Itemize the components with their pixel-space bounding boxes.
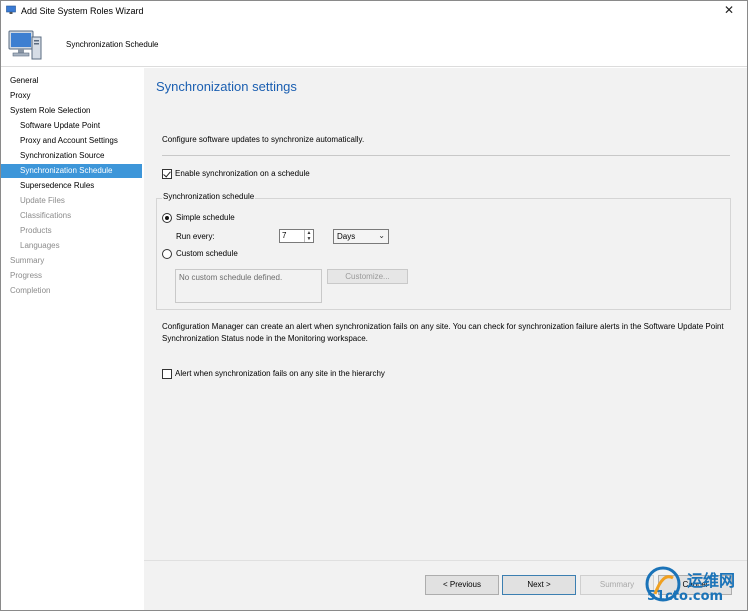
enable-schedule-label: Enable synchronization on a schedule — [175, 169, 310, 178]
separator — [162, 155, 730, 156]
nav-item-summary: Summary — [10, 256, 45, 265]
intro-text: Configure software updates to synchroniz… — [162, 135, 365, 144]
interval-unit-select[interactable]: Days ⌄ — [333, 229, 389, 244]
simple-schedule-label: Simple schedule — [176, 213, 235, 222]
page-header-title: Synchronization Schedule — [66, 40, 159, 49]
wizard-header: Synchronization Schedule — [1, 21, 747, 67]
previous-button[interactable]: < Previous — [425, 575, 499, 595]
nav-item-general[interactable]: General — [1, 74, 142, 88]
title-bar: Add Site System Roles Wizard ✕ — [1, 1, 747, 21]
content-pane: Synchronization settings Configure softw… — [144, 68, 747, 560]
nav-item-software-update-point[interactable]: Software Update Point — [1, 119, 142, 133]
nav-item-update-files: Update Files — [20, 196, 65, 205]
page-title: Synchronization settings — [156, 79, 297, 94]
custom-schedule-display: No custom schedule defined. — [175, 269, 322, 303]
chevron-down-icon: ⌄ — [378, 231, 385, 240]
nav-item-progress: Progress — [10, 271, 43, 280]
schedule-group-title: Synchronization schedule — [162, 192, 256, 201]
app-icon — [6, 5, 16, 14]
close-button[interactable]: ✕ — [715, 2, 743, 19]
run-every-value: 7 — [282, 231, 287, 240]
watermark-line2: 51cto.com — [647, 589, 724, 604]
nav-item-completion: Completion — [10, 286, 51, 295]
watermark: 运维网 51cto.com — [643, 563, 747, 610]
nav-item-supersedence-rules[interactable]: Supersedence Rules — [1, 179, 142, 193]
wizard-nav: General Proxy System Role Selection Soft… — [1, 68, 144, 560]
nav-item-synchronization-schedule[interactable]: Synchronization Schedule — [1, 164, 142, 178]
nav-item-proxy[interactable]: Proxy — [1, 89, 142, 103]
next-button[interactable]: Next > — [502, 575, 576, 595]
custom-schedule-placeholder: No custom schedule defined. — [179, 273, 283, 282]
customize-button[interactable]: Customize... — [327, 269, 408, 284]
run-every-stepper[interactable]: 7 ▲ ▼ — [279, 229, 314, 243]
nav-item-system-role-selection[interactable]: System Role Selection — [1, 104, 142, 118]
custom-schedule-label: Custom schedule — [176, 249, 238, 258]
run-every-label: Run every: — [176, 232, 215, 241]
nav-item-products: Products — [20, 226, 52, 235]
alert-checkbox-label: Alert when synchronization fails on any … — [175, 369, 385, 378]
window-title: Add Site System Roles Wizard — [21, 6, 144, 16]
alert-checkbox[interactable] — [162, 369, 172, 379]
custom-schedule-radio[interactable] — [162, 249, 172, 259]
nav-item-proxy-account-settings[interactable]: Proxy and Account Settings — [1, 134, 142, 148]
enable-schedule-checkbox[interactable] — [162, 169, 172, 179]
watermark-line1: 运维网 — [687, 571, 736, 590]
nav-item-synchronization-source[interactable]: Synchronization Source — [1, 149, 142, 163]
wizard-window: Add Site System Roles Wizard ✕ Synchroni… — [0, 0, 748, 611]
interval-unit-value: Days — [337, 232, 356, 241]
simple-schedule-radio[interactable] — [162, 213, 172, 223]
computer-icon — [8, 30, 42, 60]
alert-description: Configuration Manager can create an aler… — [162, 322, 724, 343]
nav-item-classifications: Classifications — [20, 211, 72, 220]
stepper-arrows-icon[interactable]: ▲ ▼ — [304, 230, 313, 242]
nav-item-languages: Languages — [20, 241, 60, 250]
